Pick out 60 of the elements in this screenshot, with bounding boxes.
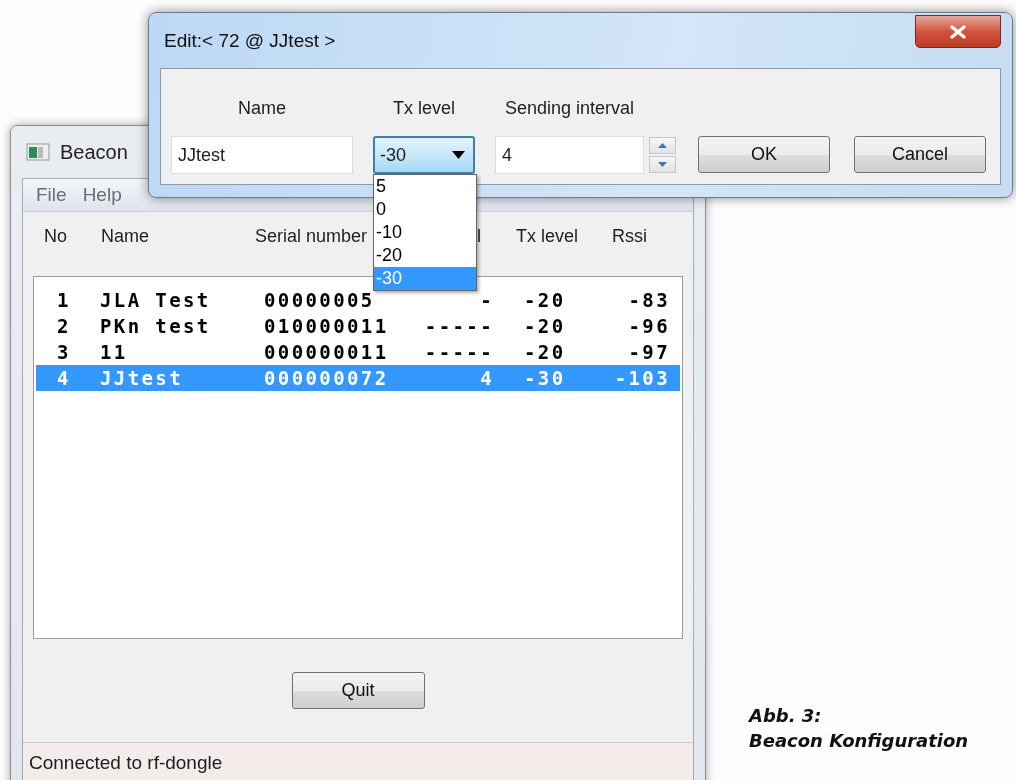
name-field[interactable]: JJtest: [171, 136, 353, 174]
dropdown-option[interactable]: -20: [374, 244, 476, 267]
table-cell-text: -----: [423, 315, 494, 337]
table-cell-text: JLA Test: [100, 289, 212, 311]
table-cell-text: 4: [479, 367, 494, 389]
close-icon: [949, 24, 967, 39]
dropdown-option[interactable]: 5: [374, 175, 476, 198]
table-cell-text: -103: [613, 367, 670, 389]
column-header: l: [477, 226, 481, 247]
column-header: Serial number: [255, 226, 368, 247]
table-cell-text: 00000005: [264, 289, 376, 311]
column-header: Name: [101, 226, 149, 247]
table-cell-text: -20: [523, 315, 567, 337]
table-cell-text: -: [479, 289, 494, 311]
list-row[interactable]: 3 11 000000011 ----- -20 -97: [36, 339, 680, 365]
table-cell-text: -30: [523, 367, 567, 389]
field-label: Sending interval: [503, 98, 636, 119]
window-title: Beacon: [60, 140, 128, 164]
table-cell-text: -----: [423, 341, 494, 363]
column-header: No: [44, 226, 67, 247]
spin-down-button[interactable]: [649, 156, 676, 173]
column-header: Tx level: [516, 226, 578, 247]
field-label: Tx level: [392, 98, 456, 119]
interval-field[interactable]: 4: [495, 136, 644, 174]
dialog-title: Edit:< 72 @ JJtest >: [164, 29, 336, 52]
quit-button[interactable]: Quit: [291, 672, 425, 709]
list-row[interactable]: 2 PKn test 010000011 ----- -20 -96: [36, 313, 680, 339]
app-icon: [26, 142, 50, 162]
table-cell-text: 000000072: [264, 367, 390, 389]
cancel-button[interactable]: Cancel: [854, 136, 986, 173]
up-arrow-icon: [658, 143, 667, 148]
status-bar: Connected to rf-dongle: [23, 742, 693, 780]
menu-item[interactable]: Help: [82, 184, 122, 206]
list-row[interactable]: 1 JLA Test 00000005 - -20 -83: [36, 287, 680, 313]
table-cell-text: 3: [57, 341, 72, 363]
figure-caption: Beacon Konfiguration: [749, 729, 969, 753]
dropdown-option[interactable]: 0: [374, 198, 476, 221]
ok-button[interactable]: OK: [698, 136, 830, 173]
table-cell-text: -83: [627, 289, 670, 311]
caret-icon: [452, 151, 465, 159]
figure-caption: Abb. 3:: [749, 704, 823, 728]
table-cell-text: -96: [627, 315, 670, 337]
down-arrow-icon: [658, 162, 667, 167]
table-cell-text: -97: [627, 341, 670, 363]
close-button[interactable]: [915, 15, 1001, 48]
table-cell-text: -20: [523, 289, 567, 311]
field-label: Name: [237, 98, 287, 119]
table-cell-text: 010000011: [264, 315, 390, 337]
table-cell-text: JJtest: [100, 367, 185, 389]
table-cell-text: 2: [57, 315, 72, 337]
table-cell-text: -20: [523, 341, 567, 363]
spin-up-button[interactable]: [649, 137, 676, 154]
menu-item[interactable]: File: [36, 184, 67, 206]
table-cell-text: 11: [100, 341, 129, 363]
table-cell-text: 1: [57, 289, 72, 311]
table-cell-text: PKn test: [100, 315, 212, 337]
table-cell-text: 4: [57, 367, 72, 389]
column-header: Rssi: [612, 226, 647, 247]
table-cell-text: 000000011: [264, 341, 390, 363]
dropdown-option[interactable]: -10: [374, 221, 476, 244]
